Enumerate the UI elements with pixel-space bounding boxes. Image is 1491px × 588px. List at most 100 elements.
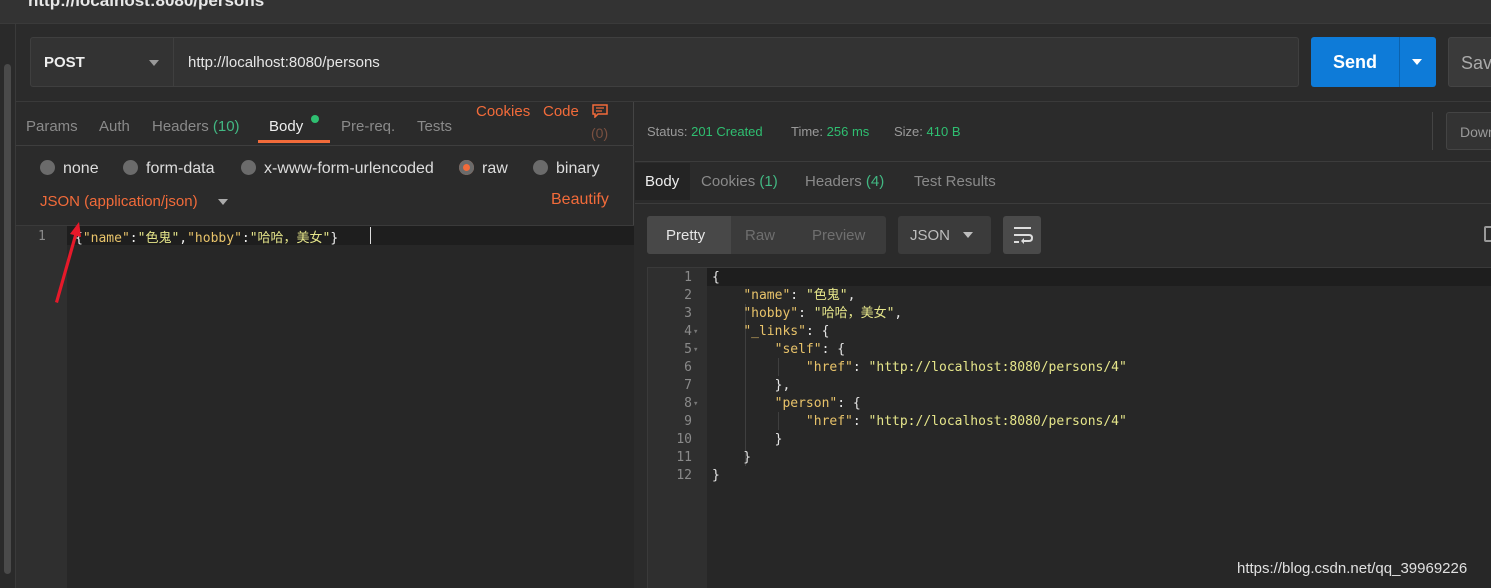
send-button[interactable]: Send: [1311, 37, 1399, 87]
code-line: }: [712, 450, 752, 465]
download-button[interactable]: Download: [1446, 112, 1491, 150]
line-number: 11: [676, 450, 692, 465]
fold-arrow-icon[interactable]: [693, 467, 705, 485]
fold-arrow-icon[interactable]: [693, 377, 705, 395]
line-numbers: 1 2 3 4 5 6 7 8 9 10 11 12: [648, 269, 692, 485]
fold-arrow-icon[interactable]: ▾: [693, 341, 705, 359]
tab-tests[interactable]: Tests: [417, 118, 452, 135]
fold-arrow-icon[interactable]: ▾: [693, 323, 705, 341]
format-value: JSON: [910, 227, 951, 244]
radio-urlencoded-label: x-www-form-urlencoded: [264, 160, 434, 177]
code-line: "name": "色鬼",: [743, 288, 856, 303]
tab-auth[interactable]: Auth: [99, 118, 130, 135]
tab-headers[interactable]: Headers (10): [152, 118, 240, 135]
tab-response-headers-count: (4): [865, 173, 885, 190]
fold-markers: ▾ ▾ ▾: [693, 269, 705, 485]
line-number: 8: [684, 396, 692, 411]
raw-button[interactable]: Raw: [745, 227, 775, 244]
url-input[interactable]: http://localhost:8080/persons: [174, 37, 1299, 87]
tab-body[interactable]: Body: [269, 118, 303, 135]
pretty-button[interactable]: Pretty: [666, 227, 705, 244]
status-label: Status:: [647, 124, 688, 139]
beautify-button[interactable]: Beautify: [551, 191, 609, 209]
time-label: Time:: [791, 124, 824, 139]
method-select[interactable]: POST: [30, 37, 174, 87]
send-options-button[interactable]: [1399, 37, 1436, 87]
tab-response-cookies-count: (1): [759, 173, 778, 190]
radio-form-data[interactable]: form-data: [123, 160, 214, 178]
watermark: https://blog.csdn.net/qq_39969226: [1237, 560, 1468, 577]
line-number: 9: [684, 414, 692, 429]
text-cursor: [370, 227, 371, 244]
wrap-lines-button[interactable]: [1003, 216, 1041, 254]
status-value: 201 Created: [691, 124, 763, 139]
radio-circle-icon: [123, 160, 138, 175]
tab-response-cookies[interactable]: Cookies (1): [701, 173, 778, 190]
wrap-icon: [1014, 227, 1034, 244]
radio-raw[interactable]: raw: [459, 160, 508, 178]
line-number: 2: [684, 288, 692, 303]
line-number: 6: [684, 360, 692, 375]
format-select[interactable]: JSON: [898, 216, 991, 254]
line-number: 1: [38, 229, 46, 244]
line-number: 5: [684, 342, 692, 357]
line-number: 4: [684, 324, 692, 339]
tab-response-body[interactable]: Body: [645, 173, 679, 190]
copy-icon[interactable]: [1484, 226, 1491, 242]
comments-count: (0): [591, 125, 609, 141]
fold-arrow-icon[interactable]: [693, 431, 705, 449]
size: Size: 410 B: [894, 124, 961, 139]
code-link[interactable]: Code: [543, 103, 579, 120]
tab-test-results[interactable]: Test Results: [914, 173, 996, 190]
url-value: http://localhost:8080/persons: [188, 54, 380, 71]
response-status-bar: [635, 102, 1491, 162]
tab-params[interactable]: Params: [26, 118, 78, 135]
raw-type-select[interactable]: JSON (application/json): [40, 193, 198, 210]
left-scroll-rail[interactable]: [0, 24, 16, 588]
radio-circle-icon: [533, 160, 548, 175]
radio-none-label: none: [63, 160, 99, 177]
line-number: 12: [676, 468, 692, 483]
request-body-editor[interactable]: [16, 225, 634, 588]
request-body-code: {"name":"色鬼","hobby":"哈哈，美女"}: [75, 231, 339, 246]
save-button[interactable]: Save: [1448, 37, 1491, 87]
radio-binary-label: binary: [556, 160, 600, 177]
tab-response-headers[interactable]: Headers (4): [805, 173, 884, 190]
active-tab-indicator: [258, 140, 330, 143]
fold-arrow-icon[interactable]: [693, 449, 705, 467]
fold-arrow-icon[interactable]: [693, 413, 705, 431]
line-number: 7: [684, 378, 692, 393]
tab-headers-count: (10): [212, 118, 240, 135]
radio-urlencoded[interactable]: x-www-form-urlencoded: [241, 160, 434, 178]
radio-raw-label: raw: [482, 160, 508, 177]
fold-arrow-icon[interactable]: [693, 359, 705, 377]
comment-icon[interactable]: [592, 104, 608, 118]
tab-response-headers-label: Headers: [805, 173, 862, 190]
code-line: "href": "http://localhost:8080/persons/4…: [805, 414, 1127, 429]
method-value: POST: [44, 54, 85, 71]
chevron-down-icon: [963, 232, 973, 238]
fold-arrow-icon[interactable]: [693, 305, 705, 323]
tab-headers-label: Headers: [152, 118, 209, 135]
scrollbar-thumb[interactable]: [4, 64, 11, 574]
download-label: Download: [1460, 124, 1491, 140]
annotation-arrow-icon: [55, 222, 81, 303]
fold-arrow-icon[interactable]: [693, 269, 705, 287]
divider: [635, 203, 1491, 204]
chevron-down-icon[interactable]: [218, 199, 228, 205]
time: Time: 256 ms: [791, 124, 869, 139]
radio-none[interactable]: none: [40, 160, 99, 178]
code-line: }: [712, 432, 783, 447]
line-number: 3: [684, 306, 692, 321]
size-label: Size:: [894, 124, 923, 139]
fold-arrow-icon[interactable]: ▾: [693, 395, 705, 413]
radio-binary[interactable]: binary: [533, 160, 600, 178]
fold-arrow-icon[interactable]: [693, 287, 705, 305]
cookies-link[interactable]: Cookies: [476, 103, 530, 120]
size-value: 410 B: [926, 124, 961, 139]
radio-selected-icon: [459, 160, 474, 175]
code-line: {: [712, 270, 720, 285]
tab-prereq[interactable]: Pre-req.: [341, 118, 395, 135]
preview-button[interactable]: Preview: [812, 227, 865, 244]
code-line: "person": {: [774, 396, 861, 411]
